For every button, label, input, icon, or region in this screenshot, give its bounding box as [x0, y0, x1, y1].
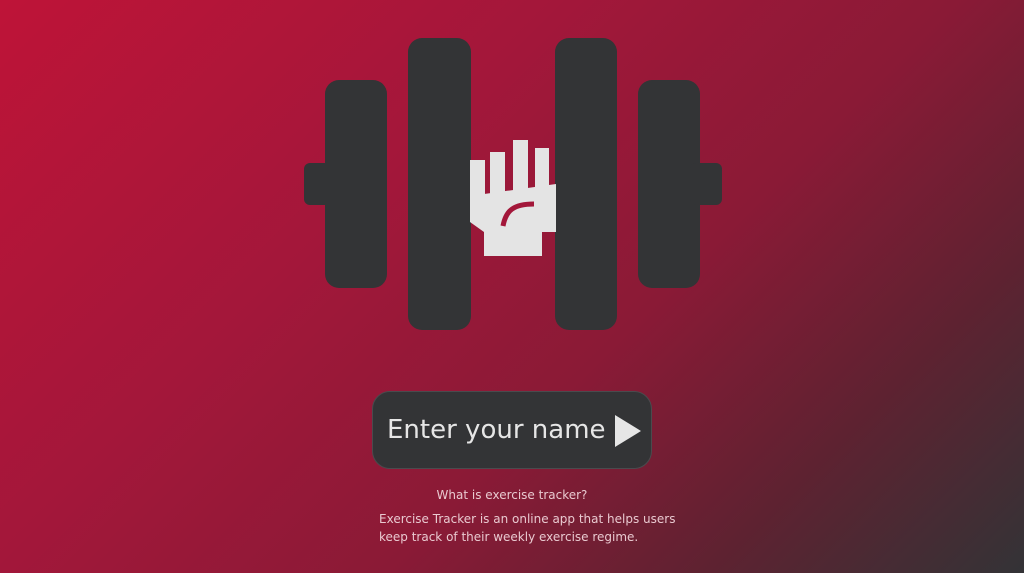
dumbbell-fist-logo — [304, 38, 722, 330]
dumbbell-left-inner-plate — [408, 38, 471, 330]
submit-button[interactable] — [611, 411, 647, 451]
play-triangle-icon — [615, 415, 641, 447]
dumbbell-right-inner-plate — [555, 38, 617, 330]
dumbbell-right-end — [690, 163, 722, 205]
fist-icon — [470, 140, 556, 256]
info-title: What is exercise tracker? — [436, 488, 588, 502]
info-description: Exercise Tracker is an online app that h… — [379, 512, 676, 544]
name-entry-box — [372, 391, 652, 469]
name-input[interactable] — [387, 408, 611, 452]
dumbbell-left-outer-plate — [325, 80, 387, 288]
